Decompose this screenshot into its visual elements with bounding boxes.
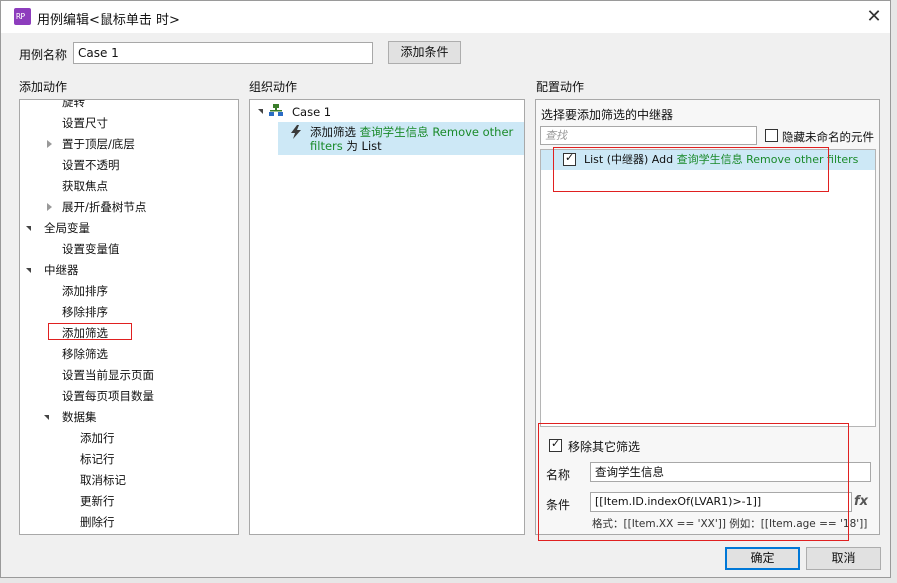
case-expand-icon[interactable]	[258, 109, 263, 114]
annotation-box-filter-config	[538, 423, 849, 541]
action-name: 添加筛选	[310, 125, 356, 139]
axure-rp-icon: RP	[14, 8, 31, 25]
add-action-heading: 添加动作	[19, 80, 68, 94]
annotation-box-repeater	[553, 147, 829, 192]
cancel-button[interactable]: 取消	[806, 547, 881, 570]
hide-unnamed-label: 隐藏未命名的元件	[782, 130, 874, 144]
collapse-arrow-icon[interactable]	[47, 203, 52, 211]
tree-item[interactable]: 移除排序	[62, 304, 108, 320]
ok-button[interactable]: 确定	[725, 547, 800, 570]
tree-item[interactable]: 旋转	[62, 100, 85, 110]
tree-item[interactable]: 设置不透明	[62, 157, 120, 173]
tree-item[interactable]: 删除行	[80, 514, 115, 530]
tree-item[interactable]: 更新行	[80, 493, 115, 509]
tree-item[interactable]: 置于顶层/底层	[62, 136, 135, 152]
case-tree-icon	[269, 104, 283, 116]
expand-arrow-icon[interactable]	[26, 226, 31, 231]
action-detail: Remove other	[432, 125, 514, 139]
repeater-search-input[interactable]: 查找	[540, 126, 757, 145]
use-case-editor-dialog: RP 用例编辑<鼠标单击 时> ✕ 用例名称 Case 1 添加条件 添加动作 …	[0, 0, 891, 578]
tree-item[interactable]: 标记行	[80, 451, 115, 467]
tree-item[interactable]: 设置当前显示页面	[62, 367, 154, 383]
annotation-box-add-filter	[48, 323, 132, 340]
add-condition-button[interactable]: 添加条件	[388, 41, 461, 64]
app-icon-text: RP	[16, 12, 25, 21]
collapse-arrow-icon[interactable]	[47, 140, 52, 148]
tree-item[interactable]: 中继器	[44, 262, 79, 278]
tree-item[interactable]: 添加行	[80, 430, 115, 446]
case-name-input[interactable]: Case 1	[73, 42, 373, 64]
tree-item[interactable]: 数据集	[62, 409, 97, 425]
tree-item[interactable]: 设置尺寸	[62, 115, 108, 131]
action-detail-2: filters	[310, 139, 343, 153]
select-repeater-label: 选择要添加筛选的中继器	[541, 108, 674, 122]
expand-arrow-icon[interactable]	[44, 415, 49, 420]
window-title: 用例编辑<鼠标单击 时>	[37, 13, 180, 28]
tree-item[interactable]: 获取焦点	[62, 178, 108, 194]
tree-item[interactable]: 设置每页项目数量	[62, 388, 154, 404]
organize-action-heading: 组织动作	[249, 80, 298, 94]
action-line-2: filters 为 List	[310, 138, 382, 154]
action-target-widget: 为 List	[346, 139, 382, 153]
case-node-label[interactable]: Case 1	[292, 104, 331, 120]
title-bar: RP 用例编辑<鼠标单击 时> ✕	[1, 1, 890, 33]
action-target: 查询学生信息	[359, 125, 429, 139]
tree-item[interactable]: 设置变量值	[62, 241, 120, 257]
tree-item[interactable]: 全局变量	[44, 220, 90, 236]
expand-arrow-icon[interactable]	[26, 268, 31, 273]
tree-item[interactable]: 展开/折叠树节点	[62, 199, 146, 215]
tree-item[interactable]: 添加排序	[62, 283, 108, 299]
tree-item[interactable]: 移除筛选	[62, 346, 108, 362]
fx-icon[interactable]: fx	[854, 494, 868, 509]
configure-action-heading: 配置动作	[536, 80, 585, 94]
close-icon[interactable]: ✕	[861, 4, 887, 30]
action-tree-panel: 旋转设置尺寸置于顶层/底层 设置不透明获取焦点展开/折叠树节点全局变量设置变量值中…	[19, 99, 239, 535]
case-name-label: 用例名称	[19, 48, 68, 62]
tree-item[interactable]: 取消标记	[80, 472, 126, 488]
lightning-icon	[291, 125, 301, 139]
organize-action-panel: Case 1 添加筛选 查询学生信息 Remove other filters …	[249, 99, 525, 535]
hide-unnamed-checkbox[interactable]	[765, 129, 778, 142]
